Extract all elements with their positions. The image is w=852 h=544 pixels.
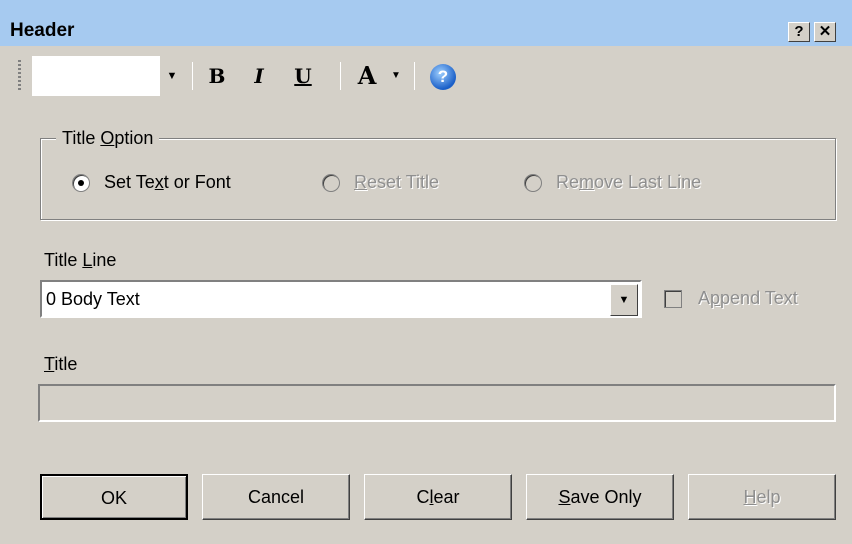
close-button[interactable]: ✕ bbox=[814, 22, 836, 42]
help-icon[interactable]: ? bbox=[430, 64, 456, 90]
radio-label-set-text: Set Text or Font bbox=[104, 172, 231, 192]
title-line-combo[interactable]: 0 Body Text ▼ bbox=[40, 280, 642, 318]
title-bar: Header bbox=[0, 0, 852, 46]
title-input[interactable] bbox=[38, 384, 836, 422]
chevron-down-icon[interactable]: ▼ bbox=[160, 56, 184, 96]
radio-label-remove-last-line: Remove Last Line bbox=[556, 172, 702, 192]
toolbar-grip[interactable] bbox=[18, 60, 21, 90]
title-label: Title bbox=[44, 354, 78, 374]
help-button[interactable]: Help bbox=[688, 474, 836, 520]
toolbar-separator bbox=[340, 62, 341, 90]
bold-button[interactable]: B bbox=[204, 60, 230, 92]
toolbar-separator bbox=[414, 62, 415, 90]
cancel-button[interactable]: Cancel bbox=[202, 474, 350, 520]
font-combo[interactable]: ▼ bbox=[32, 56, 184, 96]
radio-selected-dot bbox=[78, 180, 84, 186]
font-color-button[interactable]: A bbox=[350, 60, 384, 92]
append-text-label: Append Text bbox=[698, 288, 798, 308]
italic-button[interactable]: I bbox=[246, 60, 272, 92]
toolbar-separator bbox=[192, 62, 193, 90]
underline-button[interactable]: U bbox=[290, 60, 316, 92]
radio-remove-last-line[interactable] bbox=[524, 174, 542, 192]
clear-button[interactable]: Clear bbox=[364, 474, 512, 520]
font-color-chevron-icon[interactable]: ▼ bbox=[388, 60, 404, 92]
title-option-legend: Title Option bbox=[56, 128, 160, 149]
radio-label-reset-title: Reset Title bbox=[354, 172, 440, 192]
title-line-label: Title Line bbox=[44, 250, 117, 270]
window-title: Header bbox=[10, 20, 75, 41]
radio-reset-title[interactable] bbox=[322, 174, 340, 192]
radio-set-text-or-font[interactable] bbox=[72, 174, 90, 192]
save-only-button[interactable]: Save Only bbox=[526, 474, 674, 520]
help-title-button[interactable]: ? bbox=[788, 22, 810, 42]
chevron-down-icon[interactable]: ▼ bbox=[610, 284, 638, 316]
append-text-checkbox[interactable] bbox=[664, 290, 682, 308]
ok-button[interactable]: OK bbox=[40, 474, 188, 520]
title-line-value: 0 Body Text bbox=[46, 289, 140, 309]
